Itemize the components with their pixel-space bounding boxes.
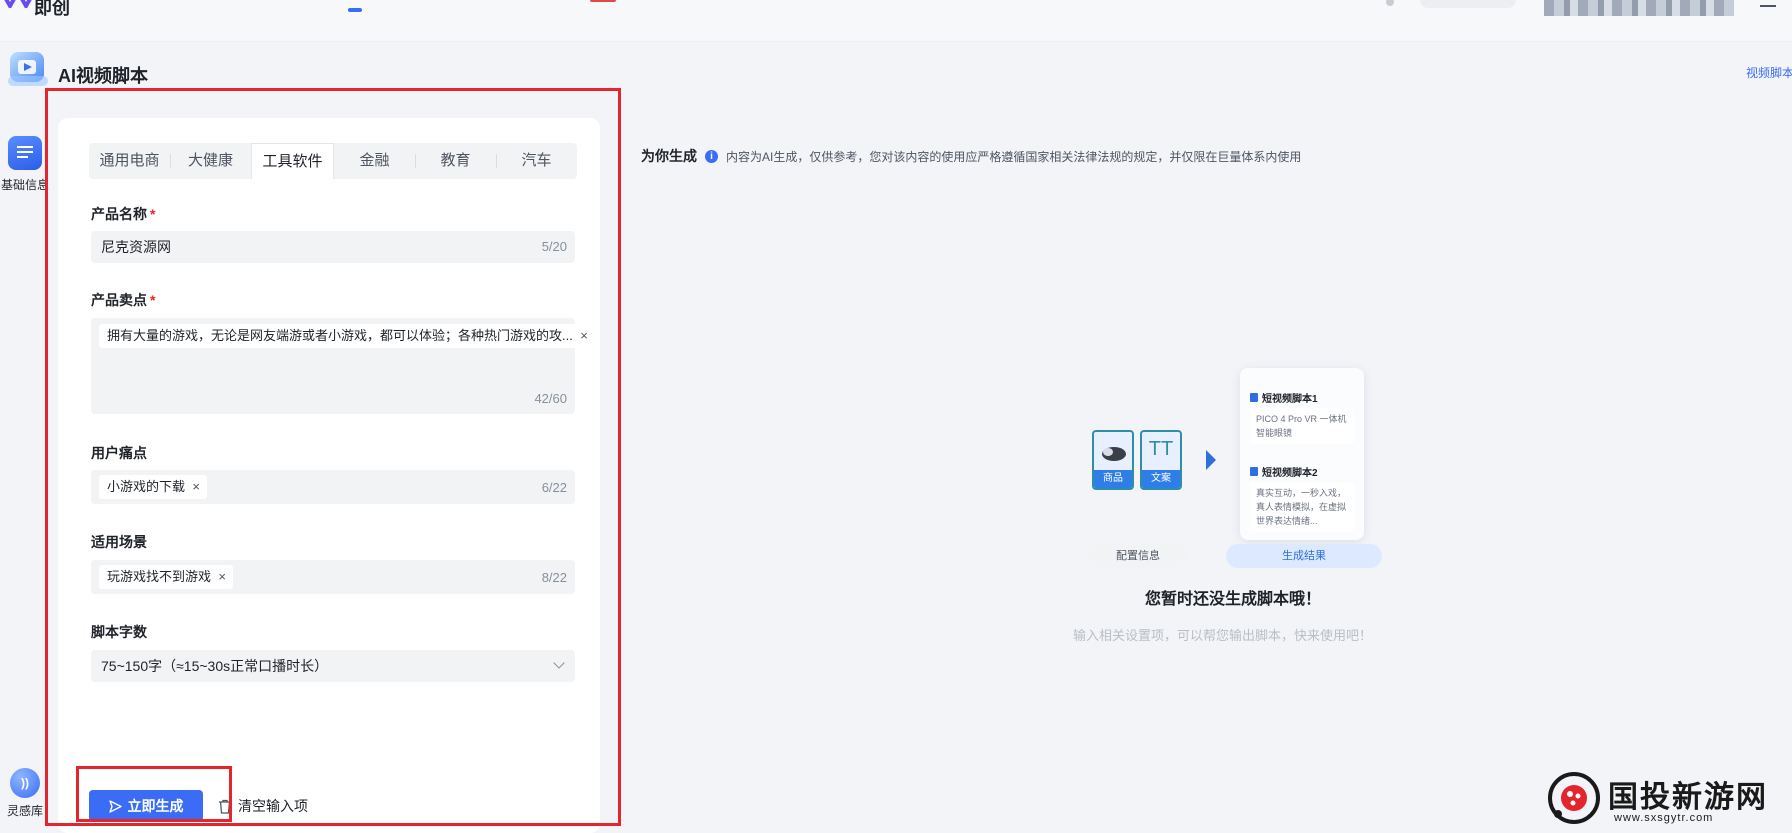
selling-points-label: 产品卖点 * [91,292,156,308]
generate-button-label: 立即生成 [127,798,184,814]
config-info-pill: 配置信息 [1086,544,1190,568]
video-script-link[interactable]: 视频脚本 [1746,64,1792,81]
rail-label-inspiration: 灵感库 [6,804,43,818]
word-count-label: 脚本字数 [91,624,147,640]
tab-1[interactable]: 通用电商 [89,143,170,179]
pain-points-counter: 6/22 [541,480,567,495]
industry-tabs: 通用电商 大健康 工具软件 金融 教育 汽车 [89,143,577,179]
result-title: 为你生成 [641,148,697,164]
remove-tag-icon[interactable]: × [192,475,200,499]
pain-point-tag: 小游戏的下载 × [99,475,208,499]
info-icon: i [705,149,718,163]
more-menu-icon[interactable] [1760,0,1776,8]
product-card-caption: 商品 [1094,470,1132,488]
clear-inputs-label: 清空输入项 [238,798,308,814]
user-account-blurred[interactable] [1544,0,1734,16]
page-title: AI视频脚本 [58,66,148,86]
top-bar: 即创 [0,0,1792,42]
script-1-title: 短视频脚本1 [1250,390,1318,405]
scenario-counter: 8/22 [541,570,567,585]
result-header: 为你生成 i 内容为AI生成，仅供参考，您对该内容的使用应严格遵循国家相关法律法… [641,146,1301,166]
word-count-value: 75~150字（≈15~30s正常口播时长） [101,658,329,674]
remove-tag-icon[interactable]: × [218,565,226,589]
selling-points-counter: 42/60 [534,391,567,406]
product-name-counter: 5/20 [541,239,567,254]
script-1-body: PICO 4 Pro VR 一体机智能眼镜 [1250,408,1354,444]
generate-result-pill: 生成结果 [1226,544,1382,568]
vr-headset-icon [1102,447,1126,461]
nav-badge [590,0,616,2]
product-name-value: 尼克资源网 [101,239,171,255]
tab-6[interactable]: 汽车 [496,143,577,179]
rail-label-basic-info: 基础信息 [0,178,49,192]
product-name-input[interactable]: 尼克资源网 5/20 [91,231,575,263]
arrow-right-icon [1206,450,1216,470]
help-icon[interactable] [1386,0,1394,6]
inspiration-icon: )) [10,768,40,798]
product-card: 商品 [1092,430,1134,490]
pain-points-label: 用户痛点 [91,445,147,461]
generate-button[interactable]: 立即生成 [89,790,203,822]
clear-inputs-button[interactable]: 清空输入项 [218,796,308,816]
watermark-name: 国投新游网 [1608,780,1768,815]
selling-point-tag: 拥有大量的游戏，无论是网友端游或者小游戏，都可以体验；各种热门游戏的攻... × [99,324,595,348]
product-name-label: 产品名称 * [91,206,156,222]
word-count-select[interactable]: 75~150字（≈15~30s正常口播时长） [91,650,575,682]
tab-3[interactable]: 工具软件 [251,143,334,179]
text-glyph-icon: TT [1148,438,1174,460]
watermark-logo-icon [1548,772,1600,824]
active-nav-indicator [348,8,362,12]
chevron-down-icon [553,657,565,669]
scenario-tag: 玩游戏找不到游戏 × [99,565,234,589]
script-2-title: 短视频脚本2 [1250,464,1318,479]
script-2-body: 真实互动，一秒入戏，真人表情模拟，在虚拟世界表达情绪... [1250,482,1354,532]
pain-points-input[interactable]: 小游戏的下载 × 6/22 [91,470,575,504]
result-preview: 短视频脚本1 PICO 4 Pro VR 一体机智能眼镜 短视频脚本2 真实互动… [1240,368,1364,540]
tab-4[interactable]: 金融 [334,143,415,179]
selling-points-input[interactable]: 拥有大量的游戏，无论是网友端游或者小游戏，都可以体验；各种热门游戏的攻... × … [91,318,595,414]
rail-item-basic-info[interactable]: 基础信息 [0,136,50,193]
empty-state-title: 您暂时还没生成脚本哦！ [1145,591,1322,608]
trash-icon [219,799,231,814]
scenario-input[interactable]: 玩游戏找不到游戏 × 8/22 [91,560,575,594]
scenario-label: 适用场景 [91,534,147,550]
tab-5[interactable]: 教育 [415,143,496,179]
send-icon [108,799,122,813]
document-icon [8,136,42,170]
copy-card-caption: 文案 [1142,470,1180,488]
top-search-box[interactable] [1420,0,1516,8]
tab-2[interactable]: 大健康 [170,143,251,179]
empty-state-illustration: 商品 TT 文案 短视频脚本1 PICO 4 Pro VR 一体机智能眼镜 短视… [1084,368,1384,568]
watermark: 国投新游网 www.sxsgytr.com [1544,770,1792,833]
rail-item-inspiration[interactable]: )) 灵感库 [0,768,50,819]
app-logo-text[interactable]: 即创 [34,0,70,20]
watermark-url: www.sxsgytr.com [1614,812,1714,824]
copy-card: TT 文案 [1140,430,1182,490]
remove-tag-icon[interactable]: × [580,324,588,348]
ai-video-script-icon [8,52,48,86]
app-logo-icon[interactable] [0,0,36,8]
empty-state-subtitle: 输入相关设置项，可以帮您输出脚本，快来使用吧！ [1073,628,1373,643]
ai-disclaimer: 内容为AI生成，仅供参考，您对该内容的使用应严格遵循国家相关法律法规的规定，并仅… [726,149,1302,164]
